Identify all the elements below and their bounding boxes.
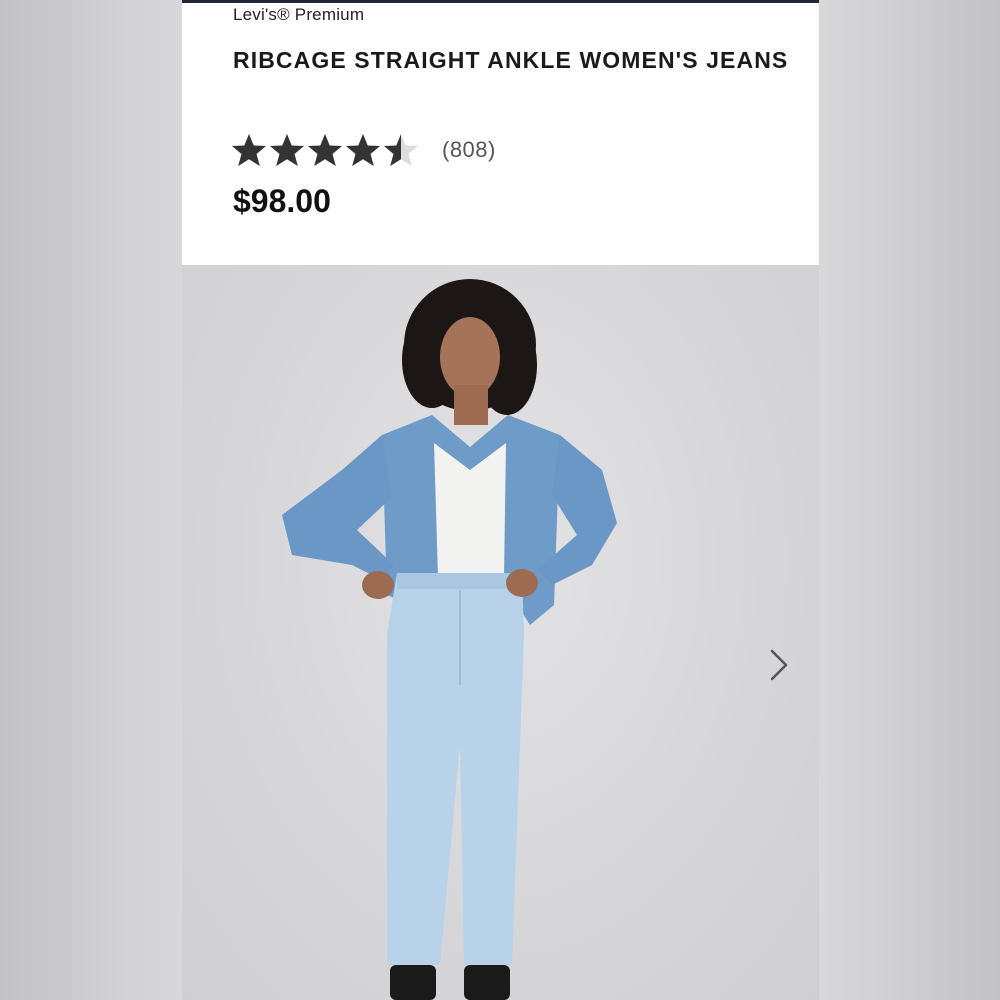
product-price: $98.00 xyxy=(233,183,331,219)
star-icon xyxy=(232,134,266,166)
product-image-gallery[interactable] xyxy=(182,265,819,1000)
star-icon xyxy=(384,134,418,166)
right-background xyxy=(819,0,1000,1000)
product-title: RIBCAGE STRAIGHT ANKLE WOMEN'S JEANS xyxy=(233,47,789,73)
product-rating[interactable]: (808) xyxy=(230,131,496,169)
left-background xyxy=(0,0,182,1000)
brand-name[interactable]: Levi's® Premium xyxy=(233,5,364,25)
star-icon xyxy=(270,134,304,166)
product-header: Levi's® Premium RIBCAGE STRAIGHT ANKLE W… xyxy=(182,3,819,265)
star-icon xyxy=(346,134,380,166)
rating-stars xyxy=(230,132,420,168)
product-page: Levi's® Premium RIBCAGE STRAIGHT ANKLE W… xyxy=(182,0,819,1000)
product-photo xyxy=(282,279,617,1000)
star-icon xyxy=(308,134,342,166)
review-count[interactable]: (808) xyxy=(442,137,496,163)
chevron-right-icon xyxy=(770,649,788,681)
next-image-button[interactable] xyxy=(764,645,794,685)
